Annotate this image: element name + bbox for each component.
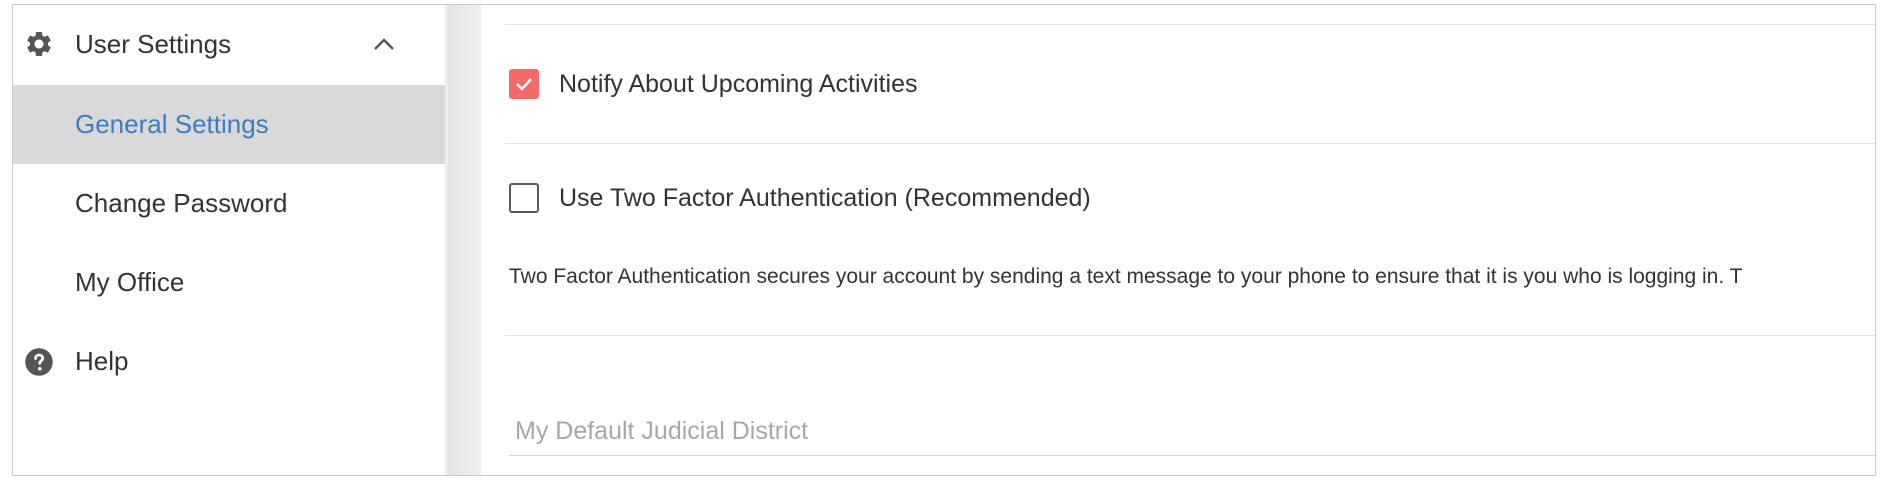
sidebar-group-user-settings[interactable]: User Settings (13, 5, 445, 83)
two-factor-option[interactable]: Use Two Factor Authentication (Recommend… (509, 183, 1091, 213)
notify-upcoming-activities-option[interactable]: Notify About Upcoming Activities (509, 69, 918, 99)
gear-icon (23, 28, 55, 60)
default-judicial-district-placeholder: My Default Judicial District (515, 417, 809, 445)
sidebar-group-label: User Settings (75, 28, 232, 59)
chevron-up-icon[interactable] (369, 29, 399, 59)
divider (505, 143, 1875, 144)
sidebar-item-label: General Settings (75, 109, 269, 139)
sidebar-item-label: My Office (75, 267, 185, 297)
two-factor-checkbox-label: Use Two Factor Authentication (Recommend… (559, 183, 1091, 212)
two-factor-checkbox[interactable] (509, 183, 539, 213)
sidebar-item-help[interactable]: Help (13, 322, 445, 401)
sidebar-divider-shade (448, 5, 481, 475)
sidebar-divider (445, 5, 481, 475)
general-settings-panel: Notify About Upcoming Activities Use Two… (481, 5, 1875, 475)
notify-checkbox[interactable] (509, 69, 539, 99)
divider (505, 335, 1875, 336)
sidebar-item-my-office[interactable]: My Office (13, 243, 445, 322)
checkmark-icon (516, 78, 532, 91)
sidebar: User Settings General Settings Change Pa… (13, 5, 445, 475)
sidebar-help-label: Help (75, 346, 129, 376)
default-judicial-district-field[interactable]: My Default Judicial District (509, 405, 1875, 456)
sidebar-item-general-settings[interactable]: General Settings (13, 85, 445, 164)
sidebar-item-label: Change Password (75, 188, 288, 218)
settings-window: User Settings General Settings Change Pa… (12, 4, 1876, 476)
notify-checkbox-label: Notify About Upcoming Activities (559, 69, 918, 98)
sidebar-item-change-password[interactable]: Change Password (13, 164, 445, 243)
help-circle-icon (23, 346, 55, 378)
divider (505, 24, 1875, 25)
two-factor-description: Two Factor Authentication secures your a… (509, 265, 1743, 288)
